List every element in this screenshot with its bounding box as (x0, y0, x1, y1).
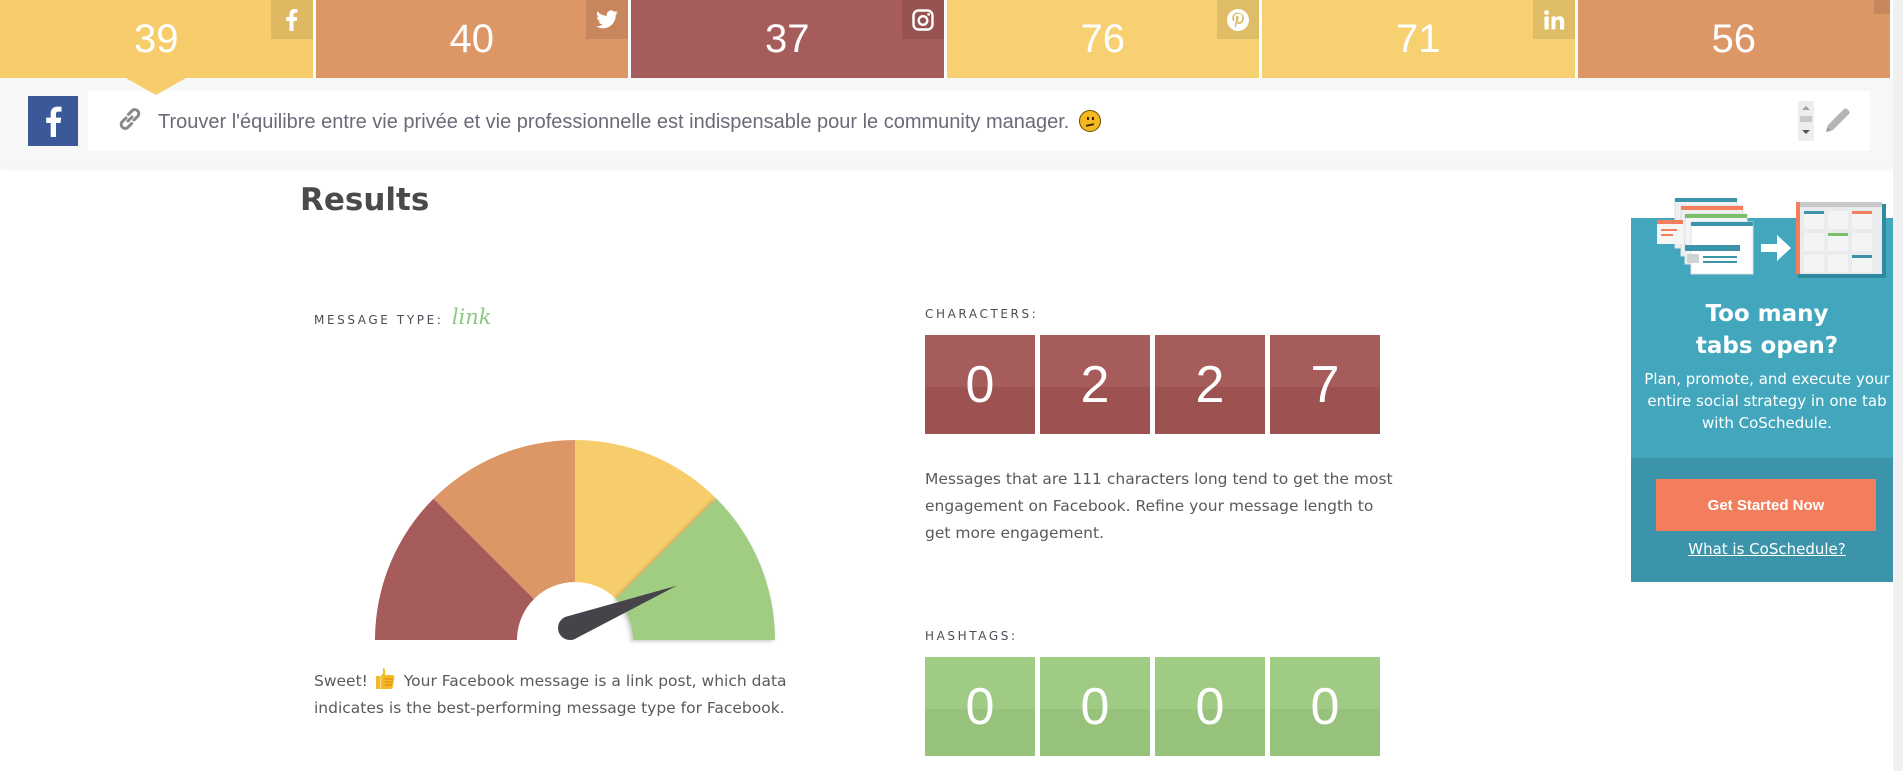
count-digit: 0 (1155, 657, 1265, 756)
message-text[interactable]: Trouver l'équilibre entre vie privée et … (158, 110, 1101, 134)
score-tab-pinterest[interactable]: 76 (946, 0, 1259, 78)
thinking-face-emoji (1078, 110, 1101, 132)
active-tab-indicator (126, 78, 186, 95)
tabs-to-calendar-illustration (1657, 198, 1886, 278)
network-score-tabs: 39 40 37 76 71 56 (0, 0, 1890, 78)
message-input[interactable]: Trouver l'équilibre entre vie privée et … (88, 91, 1870, 151)
score-tab-other[interactable]: 56 (1577, 0, 1890, 78)
character-count-display: 0227 (925, 335, 1380, 434)
what-is-coschedule-link[interactable]: What is CoSchedule? (1631, 540, 1903, 558)
count-digit: 0 (1270, 657, 1380, 756)
message-composer-bar: Trouver l'équilibre entre vie privée et … (0, 78, 1893, 167)
network-icon (1874, 0, 1890, 14)
count-digit: 2 (1155, 335, 1265, 434)
score-value: 56 (1711, 16, 1757, 61)
facebook-network-badge[interactable] (28, 96, 78, 146)
page-scrollbar[interactable] (1893, 0, 1903, 771)
score-value: 37 (765, 16, 810, 61)
ad-title: Too many tabs open? (1695, 301, 1839, 359)
count-digit: 2 (1040, 335, 1150, 434)
pencil-edit-icon[interactable] (1821, 105, 1851, 137)
count-digit: 7 (1270, 335, 1380, 434)
score-value: 71 (1396, 16, 1441, 61)
facebook-icon (46, 106, 62, 137)
characters-label: CHARACTERS: (925, 307, 1039, 321)
score-tab-twitter[interactable]: 40 (315, 0, 628, 78)
hashtags-label: HASHTAGS: (925, 629, 1018, 643)
pinterest-icon (1217, 0, 1259, 39)
message-type-label: MESSAGE TYPE: link (314, 305, 492, 329)
scroll-up-arrow-icon[interactable] (1802, 106, 1810, 110)
instagram-icon (901, 0, 944, 39)
thumbs-up-icon (375, 668, 395, 689)
message-scrollbar[interactable] (1798, 101, 1814, 141)
message-type-explanation: Sweet! Your Facebook message is a link p… (314, 666, 854, 722)
score-tab-facebook[interactable]: 39 (0, 0, 313, 78)
message-type-value: link (451, 305, 492, 329)
facebook-icon (270, 0, 313, 39)
count-digit: 0 (1040, 657, 1150, 756)
get-started-button[interactable]: Get Started Now (1656, 479, 1876, 531)
hashtag-count-display: 0000 (925, 657, 1380, 756)
scroll-thumb[interactable] (1800, 116, 1812, 122)
count-digit: 0 (925, 335, 1035, 434)
score-tab-instagram[interactable]: 37 (631, 0, 944, 78)
ad-subtitle: Plan, promote, and execute your entire s… (1644, 370, 1890, 432)
scroll-down-arrow-icon[interactable] (1802, 130, 1810, 134)
score-value: 40 (449, 16, 495, 61)
score-value: 39 (134, 16, 179, 61)
twitter-icon (586, 0, 628, 39)
linkedin-icon (1532, 0, 1575, 39)
results-heading: Results (300, 182, 430, 218)
score-tab-linkedin[interactable]: 71 (1262, 0, 1575, 78)
score-value: 76 (1080, 16, 1126, 61)
message-type-gauge (375, 440, 775, 640)
count-digit: 0 (925, 657, 1035, 756)
characters-explanation: Messages that are 111 characters long te… (925, 470, 1393, 542)
link-icon (119, 108, 141, 130)
